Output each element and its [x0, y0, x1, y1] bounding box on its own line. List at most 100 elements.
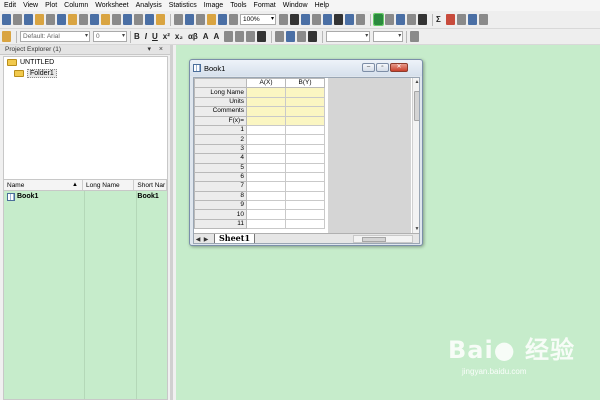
column-header-long-name[interactable]: Long Name	[83, 180, 135, 190]
matrix-view-icon[interactable]	[396, 14, 405, 25]
bold-icon[interactable]: B	[134, 32, 140, 41]
scroll-thumb[interactable]	[414, 91, 419, 121]
row-header-10[interactable]: 10	[194, 209, 247, 220]
cell[interactable]	[246, 106, 286, 117]
panel-controls[interactable]: ▾ ×	[147, 45, 166, 55]
grid-icon[interactable]	[410, 31, 420, 42]
pattern-icon[interactable]	[297, 31, 307, 42]
font-select[interactable]: Default: Arial ▾	[20, 31, 90, 42]
underline-icon[interactable]: U	[152, 32, 158, 41]
next-sheet-icon[interactable]: ▶	[202, 236, 210, 243]
new-notes-icon[interactable]	[79, 14, 88, 25]
new-matrix-icon[interactable]	[35, 14, 44, 25]
cell[interactable]	[285, 181, 325, 192]
line-color-icon[interactable]	[286, 31, 296, 42]
print-icon[interactable]	[174, 14, 183, 25]
align-center-icon[interactable]	[235, 31, 245, 42]
copy-page-icon[interactable]	[207, 14, 216, 25]
column-header-name[interactable]: Name ▲	[4, 180, 83, 190]
add-column-icon[interactable]	[445, 14, 455, 25]
cell[interactable]	[246, 162, 286, 173]
column-header-a[interactable]: A(X)	[246, 78, 286, 89]
row-header-1[interactable]: 1	[194, 124, 247, 136]
menu-worksheet[interactable]: Worksheet	[95, 0, 128, 11]
messages-log-icon[interactable]	[356, 14, 365, 25]
row-header-8[interactable]: 8	[194, 190, 247, 202]
recalculate-icon[interactable]	[156, 14, 165, 25]
project-explorer-icon[interactable]	[345, 14, 354, 25]
cell[interactable]	[246, 181, 286, 192]
cell[interactable]	[246, 209, 286, 220]
cell[interactable]	[285, 171, 325, 183]
fit-icon[interactable]	[478, 14, 488, 25]
command-window-icon[interactable]	[334, 14, 343, 25]
row-header-11[interactable]: 11	[194, 218, 247, 230]
increase-font-icon[interactable]: A	[203, 32, 209, 41]
corner-cell[interactable]	[194, 78, 247, 89]
align-left-icon[interactable]	[224, 31, 234, 42]
open-template-icon[interactable]	[101, 14, 110, 25]
cell[interactable]	[285, 190, 325, 202]
cell[interactable]	[246, 96, 286, 108]
cell[interactable]	[246, 153, 286, 164]
cell[interactable]	[285, 87, 325, 98]
menu-tools[interactable]: Tools	[230, 0, 246, 11]
image-view-icon[interactable]	[407, 14, 416, 25]
tree-item-folder1[interactable]: Folder1	[4, 68, 167, 79]
list-item[interactable]: Book1 Book1	[4, 191, 167, 202]
fit-page-icon[interactable]	[279, 14, 288, 25]
menu-image[interactable]: Image	[204, 0, 223, 11]
cell[interactable]	[285, 218, 325, 230]
row-header-f-x-[interactable]: F(x)=	[194, 115, 247, 126]
new-layout-icon[interactable]	[57, 14, 66, 25]
tree-item-root[interactable]: UNTITLED	[4, 57, 167, 68]
new-workbook-icon[interactable]	[13, 14, 22, 25]
column-header-b[interactable]: B(Y)	[285, 78, 325, 89]
line-style-select[interactable]: ▾	[326, 31, 371, 42]
export-page-icon[interactable]	[218, 14, 227, 25]
close-button[interactable]: ✕	[390, 63, 408, 72]
new-excel-icon[interactable]	[68, 14, 77, 25]
cell[interactable]	[246, 87, 286, 98]
row-header-6[interactable]: 6	[194, 171, 247, 183]
row-header-2[interactable]: 2	[194, 134, 247, 145]
cell[interactable]	[246, 124, 286, 136]
sort-icon[interactable]	[456, 14, 466, 25]
menu-window[interactable]: Window	[283, 0, 308, 11]
row-header-9[interactable]: 9	[194, 200, 247, 211]
new-function-icon[interactable]	[46, 14, 55, 25]
rescale-icon[interactable]	[229, 14, 238, 25]
scroll-thumb[interactable]	[362, 237, 386, 242]
menu-analysis[interactable]: Analysis	[136, 0, 162, 11]
greek-icon[interactable]: αβ	[188, 32, 198, 41]
row-header-4[interactable]: 4	[194, 153, 247, 164]
import-icon[interactable]	[134, 14, 143, 25]
worksheet-view-icon[interactable]	[385, 14, 394, 25]
cell[interactable]	[285, 124, 325, 136]
line-width-select[interactable]: ▾	[373, 31, 404, 42]
cell[interactable]	[285, 143, 325, 155]
menu-statistics[interactable]: Statistics	[169, 0, 197, 11]
subscript-icon[interactable]: x₂	[175, 32, 183, 41]
row-header-units[interactable]: Units	[194, 96, 247, 108]
cell[interactable]	[285, 134, 325, 145]
minimize-button[interactable]: –	[362, 63, 375, 72]
data-display-icon[interactable]	[373, 13, 384, 26]
vertical-scrollbar[interactable]: ▲ ▼	[412, 78, 419, 233]
script-window-icon[interactable]	[301, 14, 310, 25]
cell[interactable]	[285, 209, 325, 220]
scroll-up-icon[interactable]: ▲	[413, 78, 419, 86]
cell[interactable]	[285, 115, 325, 126]
cell[interactable]	[246, 115, 286, 126]
fill-color-icon[interactable]	[275, 31, 285, 42]
cell[interactable]	[285, 200, 325, 211]
save-template-icon[interactable]	[123, 14, 132, 25]
tab-sheet1[interactable]: Sheet1	[214, 234, 256, 243]
set-column-icon[interactable]	[418, 14, 427, 25]
save-icon[interactable]	[112, 14, 121, 25]
superscript-icon[interactable]: x²	[163, 32, 170, 41]
column-header-short-name[interactable]: Short Nar	[134, 180, 167, 190]
statistics-icon[interactable]	[467, 14, 477, 25]
cell[interactable]	[285, 106, 325, 117]
maximize-button[interactable]: ▫	[376, 63, 389, 72]
